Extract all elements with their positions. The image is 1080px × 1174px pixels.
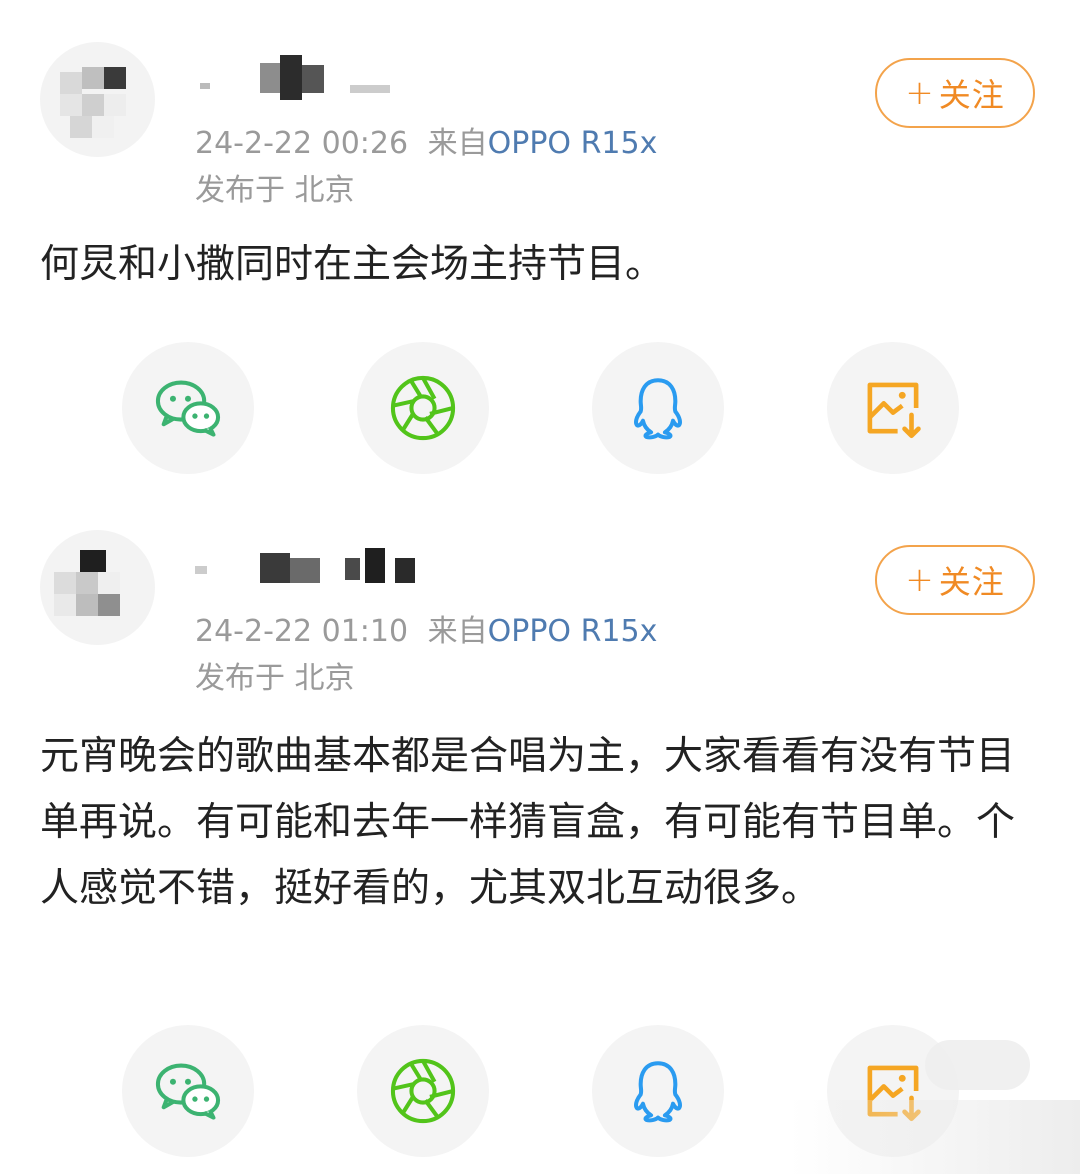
device-link[interactable]: OPPO R15x — [488, 614, 658, 649]
post-content: 何炅和小撒同时在主会场主持节目。 — [40, 242, 665, 287]
device-link[interactable]: OPPO R15x — [488, 126, 658, 161]
save-image-icon — [867, 382, 921, 439]
avatar[interactable] — [40, 530, 155, 645]
share-row — [0, 342, 1080, 477]
follow-label: 关注 — [938, 76, 1005, 114]
plus-icon: + — [905, 73, 935, 113]
moments-icon — [390, 375, 456, 441]
avatar[interactable] — [40, 42, 155, 157]
plus-icon: + — [905, 560, 935, 600]
follow-label: 关注 — [938, 563, 1005, 601]
post-location: 发布于 北京 — [195, 173, 355, 208]
source-prefix: 来自 — [427, 614, 488, 649]
post-meta: 24-2-22 01:10 来自OPPO R15x — [195, 606, 657, 650]
timestamp: 24-2-22 00:26 — [195, 126, 409, 161]
qq-icon — [634, 1061, 682, 1123]
moments-icon — [390, 1058, 456, 1124]
post-meta: 24-2-22 00:26 来自OPPO R15x — [195, 118, 657, 162]
save-image-button[interactable] — [827, 342, 959, 474]
username-redacted[interactable] — [190, 55, 450, 105]
wechat-icon — [155, 380, 221, 437]
bottom-fade — [790, 1100, 1080, 1174]
username-redacted[interactable] — [190, 548, 450, 598]
share-wechat-button[interactable] — [122, 1025, 254, 1157]
share-wechat-button[interactable] — [122, 342, 254, 474]
floating-overlay — [925, 1040, 1030, 1090]
post-content: 元宵晚会的歌曲基本都是合唱为主，大家看看有没有节目单再说。有可能和去年一样猜盲盒… — [40, 734, 1016, 911]
follow-button[interactable]: + 关注 — [875, 58, 1035, 128]
share-qq-button[interactable] — [592, 342, 724, 474]
share-qq-button[interactable] — [592, 1025, 724, 1157]
share-moments-button[interactable] — [357, 342, 489, 474]
share-moments-button[interactable] — [357, 1025, 489, 1157]
follow-button[interactable]: + 关注 — [875, 545, 1035, 615]
source-prefix: 来自 — [427, 126, 488, 161]
post-2: + 关注 24-2-22 01:10 来自OPPO R15x 发布于 北京 元宵… — [0, 488, 1080, 1174]
wechat-icon — [155, 1063, 221, 1120]
timestamp: 24-2-22 01:10 — [195, 614, 409, 649]
qq-icon — [634, 378, 682, 440]
post-location: 发布于 北京 — [195, 661, 355, 696]
post-1: + 关注 24-2-22 00:26 来自OPPO R15x 发布于 北京 何炅… — [0, 0, 1080, 500]
